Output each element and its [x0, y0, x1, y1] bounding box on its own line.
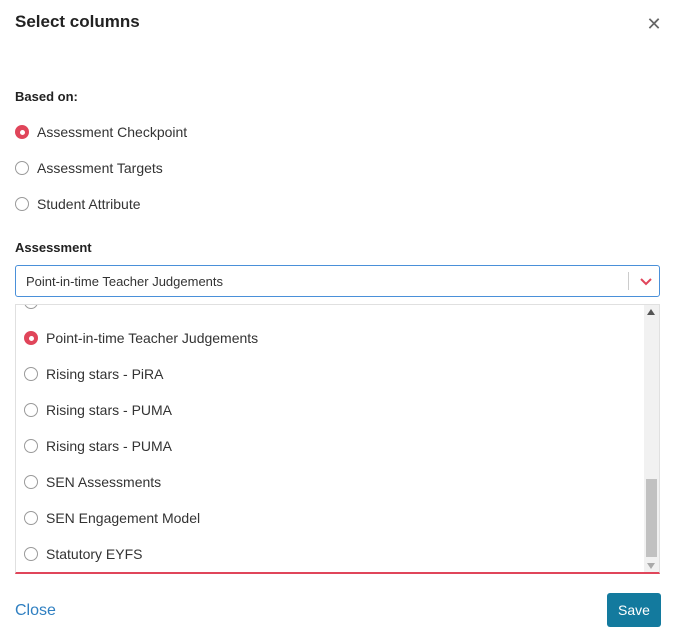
- radio-unchecked-icon: [24, 439, 38, 453]
- radio-unchecked-icon: [24, 305, 38, 309]
- list-item-label: Rising stars - PUMA: [46, 438, 173, 454]
- list-item[interactable]: Rising stars - PUMA: [24, 402, 172, 418]
- close-icon[interactable]: ✕: [644, 14, 664, 34]
- based-on-label: Based on:: [15, 89, 78, 104]
- radio-unchecked-icon: [15, 161, 29, 175]
- list-item-partial[interactable]: [24, 305, 46, 309]
- assessment-select-value: Point-in-time Teacher Judgements: [26, 274, 224, 289]
- list-item-label: Rising stars - PiRA: [46, 366, 164, 382]
- scroll-up-arrow-icon[interactable]: [647, 309, 655, 315]
- select-separator: [628, 272, 629, 290]
- assessment-dropdown-list[interactable]: Point-in-time Teacher Judgements Rising …: [15, 304, 660, 574]
- radio-unchecked-icon: [24, 367, 38, 381]
- scroll-down-arrow-icon[interactable]: [647, 563, 655, 569]
- list-item[interactable]: SEN Assessments: [24, 474, 161, 490]
- radio-unchecked-icon: [24, 475, 38, 489]
- radio-checked-icon: [15, 125, 29, 139]
- list-item-label: SEN Engagement Model: [46, 510, 201, 526]
- radio-checked-icon: [24, 331, 38, 345]
- radio-unchecked-icon: [24, 403, 38, 417]
- close-link[interactable]: Close: [15, 602, 56, 620]
- list-item[interactable]: Point-in-time Teacher Judgements: [24, 330, 258, 346]
- radio-label: Student Attribute: [37, 196, 141, 212]
- radio-label: Assessment Targets: [37, 160, 163, 176]
- list-item[interactable]: Rising stars - PiRA: [24, 366, 163, 382]
- radio-assessment-targets[interactable]: Assessment Targets: [15, 160, 163, 176]
- dialog-title: Select columns: [15, 12, 140, 31]
- list-item[interactable]: Statutory EYFS: [24, 546, 142, 562]
- list-item-label: Statutory EYFS: [46, 546, 143, 562]
- save-button[interactable]: Save: [607, 593, 661, 627]
- list-item[interactable]: SEN Engagement Model: [24, 510, 200, 526]
- assessment-label: Assessment: [15, 240, 92, 255]
- list-item-label: Point-in-time Teacher Judgements: [46, 330, 259, 346]
- dropdown-scrollbar[interactable]: [644, 305, 659, 572]
- radio-assessment-checkpoint[interactable]: Assessment Checkpoint: [15, 124, 187, 140]
- scrollbar-thumb[interactable]: [646, 479, 657, 557]
- radio-unchecked-icon: [24, 547, 38, 561]
- radio-student-attribute[interactable]: Student Attribute: [15, 196, 141, 212]
- radio-unchecked-icon: [15, 197, 29, 211]
- list-item-label: Rising stars - PUMA: [46, 402, 173, 418]
- assessment-select[interactable]: Point-in-time Teacher Judgements: [15, 265, 660, 297]
- list-item-label: SEN Assessments: [46, 474, 162, 490]
- list-item[interactable]: Rising stars - PUMA: [24, 438, 172, 454]
- chevron-down-icon[interactable]: [636, 271, 656, 291]
- radio-label: Assessment Checkpoint: [37, 124, 188, 140]
- radio-unchecked-icon: [24, 511, 38, 525]
